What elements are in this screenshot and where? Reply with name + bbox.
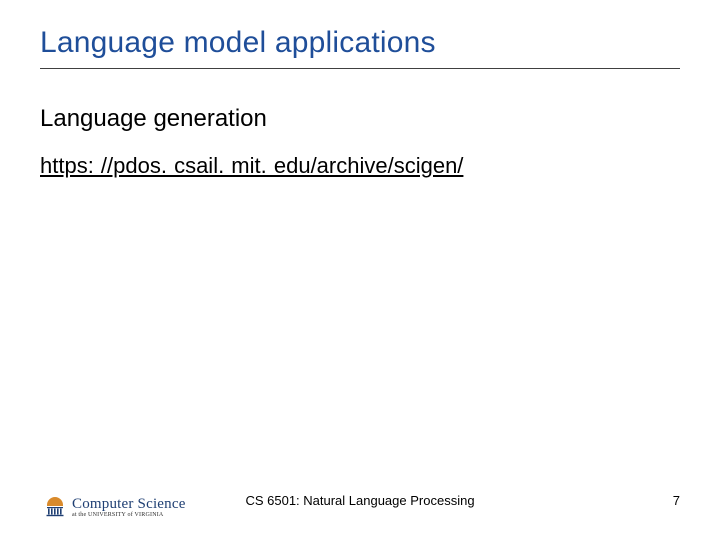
rotunda-icon [44, 496, 66, 518]
cs-logo: Computer Science at the UNIVERSITY of VI… [44, 496, 186, 518]
logo-sub-text: at the UNIVERSITY of VIRGINIA [72, 512, 186, 518]
title-underline [40, 68, 680, 69]
subtitle-text: Language generation [40, 105, 680, 133]
course-label: CS 6501: Natural Language Processing [245, 493, 474, 508]
logo-text: Computer Science at the UNIVERSITY of VI… [72, 497, 186, 518]
page-number: 7 [673, 493, 680, 508]
logo-main-text: Computer Science [72, 497, 186, 512]
slide-title: Language model applications [40, 26, 680, 60]
footer: Computer Science at the UNIVERSITY of VI… [0, 482, 720, 518]
scigen-link[interactable]: https: //pdos. csail. mit. edu/archive/s… [40, 153, 463, 179]
slide: Language model applications Language gen… [0, 0, 720, 540]
